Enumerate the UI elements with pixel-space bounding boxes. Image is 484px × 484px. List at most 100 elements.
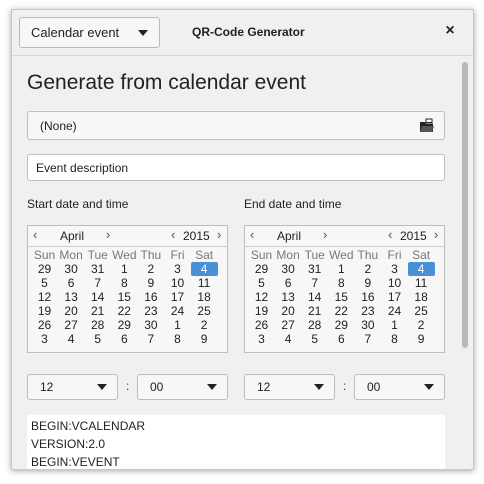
calendar-day[interactable]: 3 [164,262,191,276]
calendar-day[interactable]: 5 [301,332,328,346]
calendar-day[interactable]: 4 [58,332,85,346]
calendar-day[interactable]: 17 [381,290,408,304]
next-year-icon[interactable]: › [434,227,438,242]
close-icon[interactable]: × [440,21,460,41]
calendar-day[interactable]: 31 [84,262,111,276]
calendar-day[interactable]: 25 [408,304,435,318]
calendar-day[interactable]: 2 [354,262,381,276]
next-month-icon[interactable]: › [106,227,110,242]
calendar-day[interactable]: 15 [111,290,138,304]
calendar-day[interactable]: 2 [137,262,164,276]
calendar-day[interactable]: 18 [408,290,435,304]
calendar-day[interactable]: 1 [381,318,408,332]
calendar-day[interactable]: 28 [301,318,328,332]
calendar-day[interactable]: 13 [58,290,85,304]
calendar-day[interactable]: 26 [248,318,275,332]
calendar-day[interactable]: 8 [164,332,191,346]
calendar-day[interactable]: 2 [408,318,435,332]
calendar-day[interactable]: 14 [84,290,111,304]
calendar-day[interactable]: 9 [408,332,435,346]
calendar-day[interactable]: 22 [111,304,138,318]
calendar-day[interactable]: 20 [275,304,302,318]
calendar-day[interactable]: 5 [31,276,58,290]
vcalendar-output[interactable]: BEGIN:VCALENDAR VERSION:2.0 BEGIN:VEVENT [27,415,445,469]
calendar-day[interactable]: 1 [111,262,138,276]
calendar-day[interactable]: 23 [137,304,164,318]
calendar-day[interactable]: 9 [354,276,381,290]
calendar-day[interactable]: 11 [408,276,435,290]
calendar-day[interactable]: 30 [58,262,85,276]
calendar-day[interactable]: 3 [248,332,275,346]
calendar-day[interactable]: 1 [164,318,191,332]
qr-type-dropdown[interactable]: Calendar event [19,17,160,48]
calendar-day[interactable]: 31 [301,262,328,276]
calendar-day[interactable]: 18 [191,290,218,304]
calendar-day[interactable]: 3 [31,332,58,346]
calendar-day[interactable]: 7 [354,332,381,346]
calendar-day[interactable]: 12 [31,290,58,304]
calendar-day[interactable]: 30 [354,318,381,332]
calendar-day[interactable]: 24 [381,304,408,318]
vertical-scrollbar[interactable] [461,56,469,469]
calendar-day[interactable]: 1 [328,262,355,276]
calendar-day[interactable]: 14 [301,290,328,304]
calendar-day[interactable]: 19 [31,304,58,318]
prev-year-icon[interactable]: ‹ [388,227,392,242]
end-calendar[interactable]: ‹ April › ‹ 2015 › Sun Mon Tue Wed Thu Fri Sat… [244,225,445,353]
calendar-day[interactable]: 15 [328,290,355,304]
calendar-day[interactable]: 19 [248,304,275,318]
calendar-day[interactable]: 9 [137,276,164,290]
next-month-icon[interactable]: › [323,227,327,242]
calendar-day[interactable]: 3 [381,262,408,276]
calendar-day[interactable]: 29 [31,262,58,276]
calendar-day[interactable]: 11 [191,276,218,290]
calendar-day[interactable]: 5 [248,276,275,290]
calendar-day[interactable]: 28 [84,318,111,332]
calendar-day[interactable]: 4 [407,262,435,276]
calendar-day[interactable]: 10 [381,276,408,290]
prev-month-icon[interactable]: ‹ [33,227,37,242]
calendar-source-selector[interactable]: (None) [27,111,445,140]
calendar-day[interactable]: 5 [84,332,111,346]
calendar-day[interactable]: 13 [275,290,302,304]
calendar-day[interactable]: 27 [275,318,302,332]
calendar-day[interactable]: 7 [84,276,111,290]
calendar-day[interactable]: 10 [164,276,191,290]
start-minute-select[interactable]: 00 [137,374,228,400]
start-hour-select[interactable]: 12 [27,374,118,400]
calendar-day[interactable]: 23 [354,304,381,318]
calendar-day[interactable]: 7 [301,276,328,290]
calendar-day[interactable]: 22 [328,304,355,318]
scrollbar-thumb[interactable] [462,62,468,348]
calendar-day[interactable]: 21 [84,304,111,318]
calendar-day[interactable]: 27 [58,318,85,332]
calendar-day[interactable]: 30 [137,318,164,332]
end-minute-select[interactable]: 00 [354,374,445,400]
prev-year-icon[interactable]: ‹ [171,227,175,242]
calendar-day[interactable]: 17 [164,290,191,304]
calendar-day[interactable]: 9 [191,332,218,346]
calendar-day[interactable]: 6 [275,276,302,290]
calendar-day[interactable]: 6 [328,332,355,346]
calendar-day[interactable]: 12 [248,290,275,304]
calendar-day[interactable]: 6 [111,332,138,346]
calendar-day[interactable]: 2 [191,318,218,332]
calendar-day[interactable]: 8 [381,332,408,346]
event-description-input[interactable]: Event description [27,154,445,181]
calendar-day[interactable]: 16 [354,290,381,304]
calendar-day[interactable]: 24 [164,304,191,318]
calendar-day[interactable]: 30 [275,262,302,276]
calendar-day[interactable]: 8 [328,276,355,290]
calendar-day[interactable]: 26 [31,318,58,332]
end-hour-select[interactable]: 12 [244,374,335,400]
next-year-icon[interactable]: › [217,227,221,242]
prev-month-icon[interactable]: ‹ [250,227,254,242]
calendar-day[interactable]: 6 [58,276,85,290]
start-calendar[interactable]: ‹ April › ‹ 2015 › Sun Mon Tue Wed Thu Fri Sat… [27,225,228,353]
calendar-day[interactable]: 8 [111,276,138,290]
calendar-day[interactable]: 25 [191,304,218,318]
calendar-day[interactable]: 29 [111,318,138,332]
calendar-day[interactable]: 29 [328,318,355,332]
calendar-day[interactable]: 16 [137,290,164,304]
calendar-day[interactable]: 20 [58,304,85,318]
